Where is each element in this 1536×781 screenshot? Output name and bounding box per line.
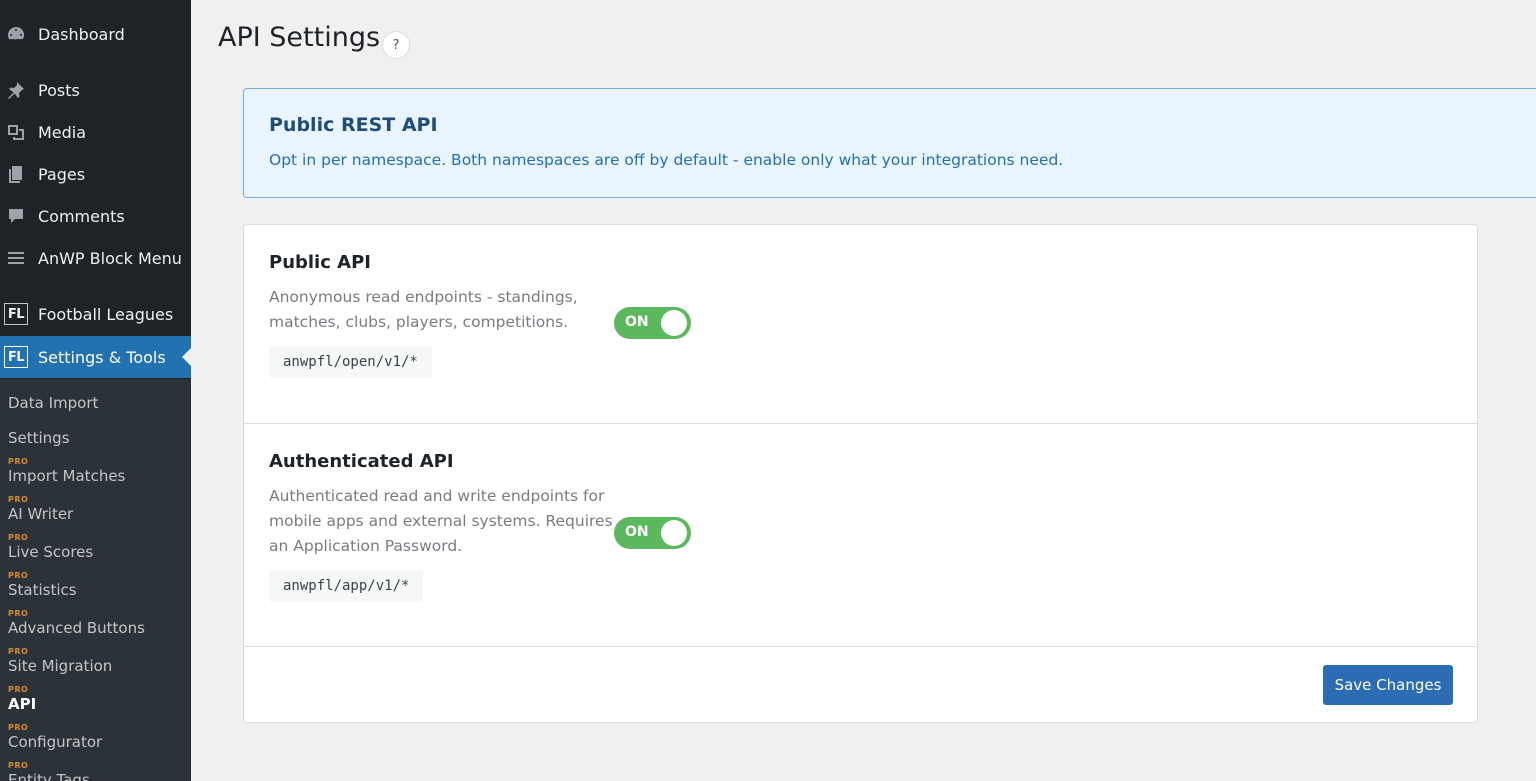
sidebar-item-football-leagues[interactable]: FL Football Leagues bbox=[0, 294, 191, 334]
dashboard-icon bbox=[4, 22, 28, 46]
sidebar-item-label: Media bbox=[38, 122, 87, 142]
api-settings-card: Public API Anonymous read endpoints - st… bbox=[243, 224, 1478, 723]
section-title: Public API bbox=[269, 252, 371, 273]
sidebar-item-label: Dashboard bbox=[38, 24, 125, 44]
submenu-item-advanced-buttons[interactable]: PRO Advanced Buttons bbox=[8, 610, 145, 636]
authenticated-api-section: Authenticated API Authenticated read and… bbox=[244, 424, 1477, 646]
sidebar-item-label: Comments bbox=[38, 206, 125, 226]
sidebar-item-label: Pages bbox=[38, 164, 86, 184]
sidebar-item-posts[interactable]: Posts bbox=[0, 70, 191, 110]
submenu-item-api[interactable]: PRO API bbox=[8, 686, 36, 712]
menu-icon bbox=[4, 246, 28, 270]
submenu-item-import-matches[interactable]: PRO Import Matches bbox=[8, 458, 125, 484]
toggle-state-label: ON bbox=[625, 524, 649, 540]
pro-badge: PRO bbox=[8, 609, 29, 618]
page-title: API Settings bbox=[218, 22, 381, 53]
public-api-section: Public API Anonymous read endpoints - st… bbox=[244, 225, 1477, 423]
submenu-item-statistics[interactable]: PRO Statistics bbox=[8, 572, 77, 598]
save-changes-button[interactable]: Save Changes bbox=[1323, 665, 1453, 705]
sidebar-item-label: Posts bbox=[38, 80, 80, 100]
submenu-item-entity-tags[interactable]: PRO Entity Tags bbox=[8, 762, 90, 781]
namespace-code: anwpfl/open/v1/* bbox=[269, 346, 432, 378]
section-description: Authenticated read and write endpoints f… bbox=[269, 487, 613, 555]
toggle-knob bbox=[661, 520, 687, 546]
pro-badge: PRO bbox=[8, 723, 29, 732]
sidebar-item-settings-tools[interactable]: FL Settings & Tools bbox=[0, 336, 191, 378]
submenu-item-configurator[interactable]: PRO Configurator bbox=[8, 724, 102, 750]
pro-badge: PRO bbox=[8, 495, 29, 504]
sidebar-item-comments[interactable]: Comments bbox=[0, 196, 191, 236]
active-indicator bbox=[182, 348, 191, 366]
pro-badge: PRO bbox=[8, 533, 29, 542]
admin-sidebar: Dashboard Posts Media Pages Comments AnW… bbox=[0, 0, 191, 781]
namespace-code: anwpfl/app/v1/* bbox=[269, 570, 424, 602]
toggle-knob bbox=[661, 310, 687, 336]
fl-icon: FL bbox=[4, 345, 28, 369]
notice-title: Public REST API bbox=[269, 114, 438, 136]
main-content: API Settings ? Public REST API Opt in pe… bbox=[191, 0, 1536, 781]
pin-icon bbox=[4, 78, 28, 102]
submenu-item-site-migration[interactable]: PRO Site Migration bbox=[8, 648, 112, 674]
section-description: Anonymous read endpoints - standings, ma… bbox=[269, 288, 578, 331]
sidebar-item-label: AnWP Block Menu bbox=[38, 248, 182, 268]
submenu-item-ai-writer[interactable]: PRO AI Writer bbox=[8, 496, 73, 522]
pro-badge: PRO bbox=[8, 571, 29, 580]
sidebar-item-pages[interactable]: Pages bbox=[0, 154, 191, 194]
help-button[interactable]: ? bbox=[382, 31, 410, 59]
sidebar-item-media[interactable]: Media bbox=[0, 112, 191, 152]
sidebar-item-label: Football Leagues bbox=[38, 304, 174, 324]
section-title: Authenticated API bbox=[269, 451, 454, 472]
sidebar-item-label: Settings & Tools bbox=[38, 347, 166, 367]
submenu-item-settings[interactable]: Settings bbox=[8, 431, 70, 446]
sidebar-item-dashboard[interactable]: Dashboard bbox=[0, 14, 191, 54]
info-notice: Public REST API Opt in per namespace. Bo… bbox=[243, 88, 1536, 198]
section-divider bbox=[244, 646, 1477, 647]
fl-icon: FL bbox=[4, 302, 28, 326]
pro-badge: PRO bbox=[8, 457, 29, 466]
notice-description: Opt in per namespace. Both namespaces ar… bbox=[269, 151, 1064, 169]
pro-badge: PRO bbox=[8, 761, 29, 770]
pro-badge: PRO bbox=[8, 647, 29, 656]
authenticated-api-toggle[interactable]: ON bbox=[614, 517, 691, 549]
comment-icon bbox=[4, 204, 28, 228]
media-icon bbox=[4, 120, 28, 144]
settings-submenu: Data Import Settings PRO Import Matches P… bbox=[0, 379, 191, 781]
toggle-state-label: ON bbox=[625, 314, 649, 330]
pages-icon bbox=[4, 162, 28, 186]
public-api-toggle[interactable]: ON bbox=[614, 307, 691, 339]
pro-badge: PRO bbox=[8, 685, 29, 694]
sidebar-item-anwp-block-menu[interactable]: AnWP Block Menu bbox=[0, 238, 191, 278]
submenu-item-live-scores[interactable]: PRO Live Scores bbox=[8, 534, 93, 560]
submenu-item-data-import[interactable]: Data Import bbox=[8, 396, 98, 411]
